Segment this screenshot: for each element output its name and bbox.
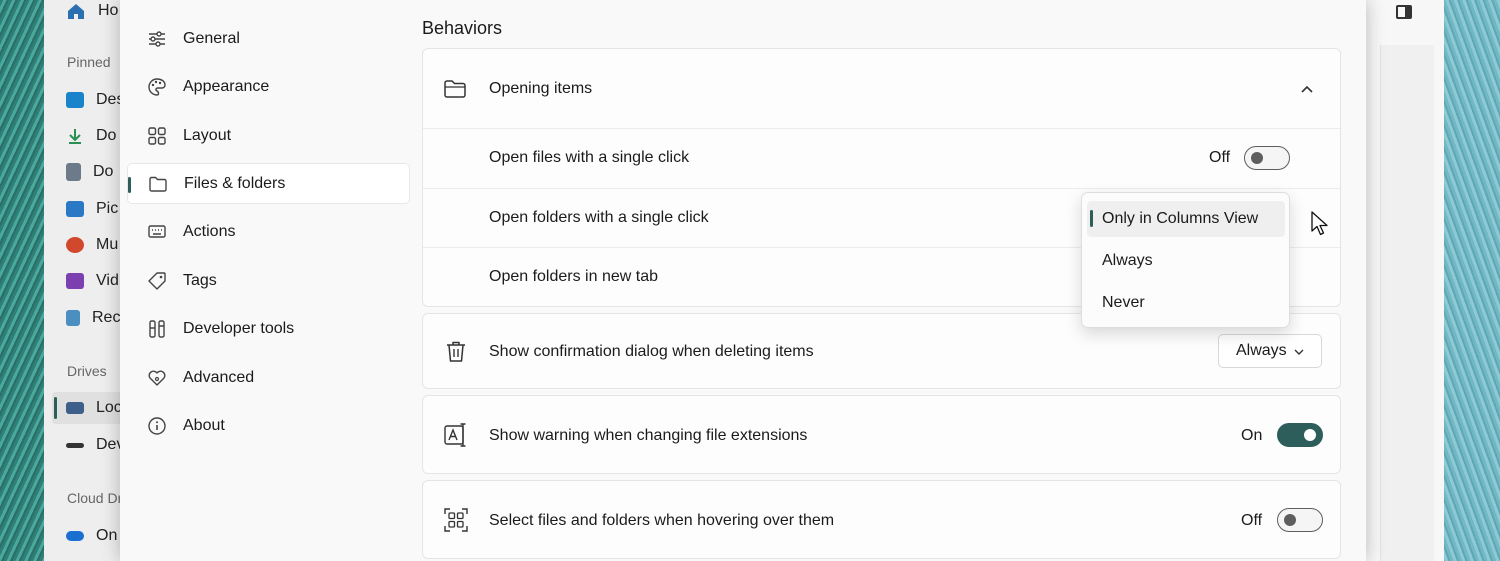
pinned-item-downloads[interactable]: Do (66, 127, 116, 145)
cloud-item-onedrive[interactable]: On (66, 527, 117, 545)
folder-open-icon (443, 76, 469, 102)
mouse-cursor-icon (1311, 211, 1329, 237)
keyboard-icon (147, 222, 167, 242)
hover-select-label: Select files and folders when hovering o… (489, 512, 835, 529)
opening-items-header[interactable]: Opening items (423, 49, 1340, 128)
nav-item-developer-tools[interactable]: Developer tools (127, 308, 410, 349)
chevron-up-icon[interactable] (1300, 82, 1314, 96)
open-folders-single-click-popup: Only in Columns View Always Never (1081, 192, 1290, 328)
pinned-item-music[interactable]: Mu (66, 236, 118, 254)
chevron-down-icon (1293, 345, 1305, 357)
videos-icon (66, 273, 84, 289)
pinned-item-recycle-bin[interactable]: Rec (66, 309, 120, 327)
desktop-icon (66, 92, 84, 108)
setting-row-open-files-single-click: Open files with a single click Off (423, 128, 1340, 188)
recycle-bin-icon (66, 310, 80, 326)
nav-item-advanced[interactable]: Advanced (127, 357, 410, 398)
extension-warning-label: Show warning when changing file extensio… (489, 427, 808, 444)
nav-item-layout[interactable]: Layout (127, 115, 410, 156)
drive-item-local[interactable]: Loc (66, 399, 122, 417)
home-icon (66, 2, 86, 20)
pinned-item-pictures[interactable]: Pic (66, 200, 118, 218)
drives-header: Drives (67, 363, 107, 379)
pinned-item-videos[interactable]: Vid (66, 272, 119, 290)
desktop-wallpaper-left (0, 0, 46, 561)
details-pane-icon[interactable] (1396, 5, 1412, 19)
popup-option-only-columns-view[interactable]: Only in Columns View (1087, 201, 1285, 237)
nav-item-actions[interactable]: Actions (127, 211, 410, 252)
info-icon (147, 416, 167, 436)
nav-item-appearance[interactable]: Appearance (127, 66, 410, 107)
tag-icon (147, 271, 167, 291)
grid-icon (147, 126, 167, 146)
nav-item-files-folders[interactable]: Files & folders (127, 163, 410, 204)
tools-icon (147, 319, 167, 339)
popup-option-always[interactable]: Always (1087, 243, 1285, 279)
pictures-icon (66, 201, 84, 217)
music-icon (66, 237, 84, 253)
opening-items-label: Opening items (489, 80, 593, 97)
explorer-selected-indicator (54, 397, 57, 419)
pinned-header: Pinned (67, 54, 111, 70)
drive-item-dev[interactable]: Dev (66, 436, 124, 454)
popup-option-never[interactable]: Never (1087, 285, 1285, 321)
explorer-details-content (1380, 45, 1434, 561)
heart-network-icon (147, 368, 167, 388)
desktop-wallpaper-right (1442, 0, 1500, 561)
explorer-home-item[interactable]: Ho (66, 2, 118, 20)
popup-selected-indicator (1090, 210, 1093, 227)
section-title-behaviors: Behaviors (422, 18, 503, 38)
hover-select-toggle[interactable] (1277, 508, 1323, 532)
dev-drive-icon (66, 442, 84, 448)
nav-item-general[interactable]: General (127, 18, 410, 59)
explorer-sidebar: Ho Pinned Des Do Do Pic Mu Vid Rec Drive… (44, 0, 124, 561)
delete-confirmation-value: Always (1236, 342, 1287, 359)
open-files-single-click-label: Open files with a single click (489, 149, 690, 166)
download-icon (66, 127, 84, 145)
hover-select-state: Off (1241, 512, 1263, 529)
select-grid-icon (443, 507, 469, 533)
onedrive-icon (66, 531, 84, 541)
local-disk-icon (66, 402, 84, 414)
palette-icon (147, 77, 167, 97)
extension-warning-toggle[interactable] (1277, 423, 1323, 447)
nav-item-tags[interactable]: Tags (127, 260, 410, 301)
delete-confirmation-label: Show confirmation dialog when deleting i… (489, 343, 814, 360)
sliders-icon (147, 29, 167, 49)
rename-icon (443, 422, 469, 448)
nav-item-about[interactable]: About (127, 405, 410, 446)
open-files-single-click-state: Off (1209, 149, 1231, 166)
hover-select-card: Select files and folders when hovering o… (422, 480, 1341, 559)
folder-icon (148, 174, 168, 194)
pinned-item-desktop[interactable]: Des (66, 91, 124, 109)
nav-selected-indicator (128, 177, 131, 193)
extension-warning-state: On (1241, 427, 1263, 444)
open-files-single-click-toggle[interactable] (1244, 146, 1290, 170)
open-folders-single-click-label: Open folders with a single click (489, 209, 709, 226)
trash-icon (443, 339, 469, 365)
pinned-item-documents[interactable]: Do (66, 163, 113, 181)
extension-warning-card: Show warning when changing file extensio… (422, 395, 1341, 474)
cloud-drives-header: Cloud Dr (67, 490, 123, 506)
delete-confirmation-dropdown[interactable]: Always (1218, 334, 1322, 368)
open-folders-new-tab-label: Open folders in new tab (489, 268, 658, 285)
documents-icon (66, 163, 81, 181)
